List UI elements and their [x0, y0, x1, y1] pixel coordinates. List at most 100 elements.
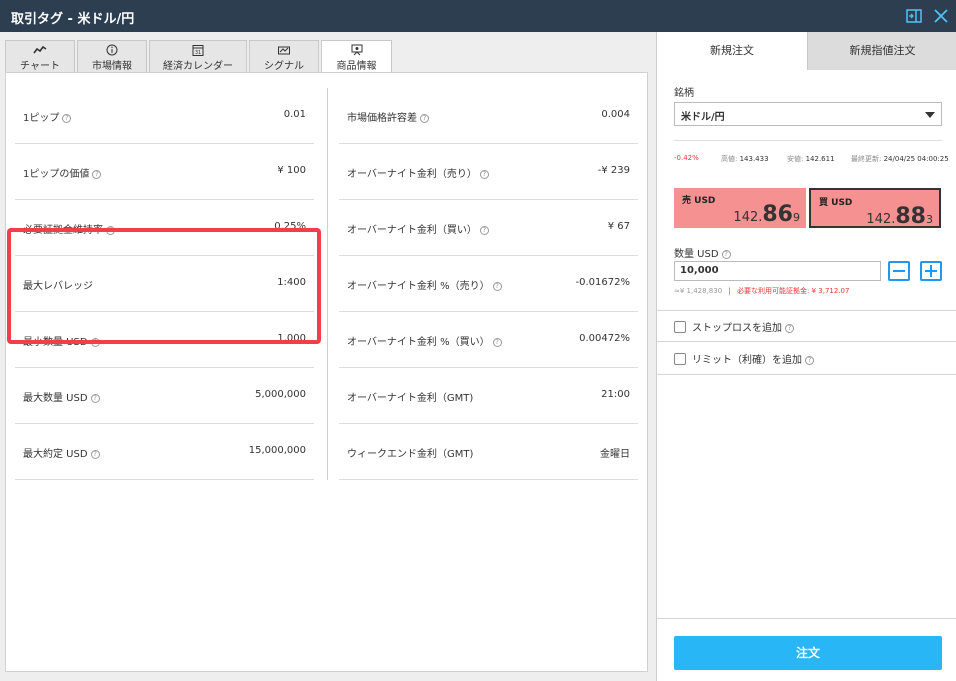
info-row-overnight-pct-buy: オーバーナイト金利 %（買い）? 0.00472%: [339, 312, 638, 368]
info-value: 0.25%: [274, 221, 306, 232]
divider: [657, 374, 956, 375]
calendar-icon: 31: [192, 45, 204, 56]
order-button[interactable]: 注文: [674, 636, 942, 670]
info-label: 最大約定 USD: [23, 449, 88, 460]
help-icon[interactable]: ?: [492, 282, 502, 291]
tab-economic-calendar[interactable]: 31 経済カレンダー: [149, 40, 247, 72]
tab-chart[interactable]: チャート: [5, 40, 75, 72]
info-label: 最小数量 USD: [23, 337, 88, 348]
info-row-pip: 1ピップ? 0.01: [15, 88, 314, 144]
tab-product-info[interactable]: 商品情報: [321, 40, 392, 73]
help-icon[interactable]: ?: [106, 226, 115, 235]
buy-price: 142.883: [866, 204, 933, 229]
product-info-right-column: 市場価格許容差? 0.004 オーバーナイト金利（売り）? -¥ 239 オーバ…: [339, 88, 638, 480]
info-value: 0.01: [283, 109, 306, 120]
limit-checkbox[interactable]: リミット（利確）を追加?: [674, 351, 814, 366]
notional-value: ≈¥ 1,428,830: [674, 287, 723, 295]
tab-new-limit-order[interactable]: 新規指値注文: [807, 32, 956, 70]
quantity-decrease-button[interactable]: [888, 261, 910, 281]
help-icon[interactable]: ?: [805, 356, 814, 365]
symbol-value: 米ドル/円: [681, 112, 725, 123]
margin-info: ≈¥ 1,428,830 | 必要な利用可能証拠金: ¥ 3,712.07: [674, 286, 849, 296]
product-info-icon: [351, 44, 362, 56]
close-icon[interactable]: [932, 7, 950, 25]
info-row-overnight-pct-sell: オーバーナイト金利 %（売り）? -0.01672%: [339, 256, 638, 312]
info-value: 15,000,000: [248, 445, 306, 456]
info-label: 1ピップ: [23, 113, 60, 124]
last-updated: 最終更新: 24/04/25 04:00:25: [851, 155, 949, 163]
sell-price-button[interactable]: 売 USD 142.869: [674, 188, 806, 228]
symbol-label: 銘柄: [674, 88, 694, 99]
price-change: -0.42%: [674, 154, 699, 162]
price-stats: -0.42% 高値: 143.433 安値: 142.611 最終更新: 24/…: [674, 140, 949, 163]
checkbox-box[interactable]: [674, 353, 686, 365]
info-row-max-execution: 最大約定 USD? 15,000,000: [15, 424, 314, 480]
help-icon[interactable]: ?: [62, 114, 72, 123]
tab-new-order[interactable]: 新規注文: [657, 32, 807, 70]
info-row-overnight-buy: オーバーナイト金利（買い）? ¥ 67: [339, 200, 638, 256]
stop-loss-label: ストップロスを追加: [692, 323, 782, 334]
help-icon[interactable]: ?: [721, 250, 731, 259]
tab-chart-label: チャート: [20, 61, 60, 72]
high-stat: 高値: 143.433: [721, 155, 769, 163]
info-row-max-quantity: 最大数量 USD? 5,000,000: [15, 368, 314, 424]
checkbox-box[interactable]: [674, 321, 686, 333]
margin-separator: |: [728, 287, 731, 295]
divider: [657, 310, 956, 311]
help-icon[interactable]: ?: [479, 226, 489, 235]
info-row-price-tolerance: 市場価格許容差? 0.004: [339, 88, 638, 144]
chevron-down-icon: [925, 112, 935, 118]
info-value: 21:00: [601, 389, 630, 400]
info-label: ウィークエンド金利（GMT): [347, 449, 474, 460]
info-value: 0.004: [601, 109, 630, 120]
left-panel: チャート 市場情報 31 経済カレンダー シグナル 商品情報 1ピップ ? 0.…: [0, 32, 656, 681]
minus-icon: [893, 270, 905, 272]
info-row-overnight-sell: オーバーナイト金利（売り）? -¥ 239: [339, 144, 638, 200]
sell-price: 142.869: [733, 202, 800, 227]
help-icon[interactable]: ?: [492, 338, 502, 347]
info-label: オーバーナイト金利（売り）: [347, 169, 477, 180]
help-icon[interactable]: ?: [90, 338, 100, 347]
tab-signal-label: シグナル: [264, 61, 304, 72]
info-label: 市場価格許容差: [347, 113, 417, 124]
help-icon[interactable]: ?: [785, 324, 794, 333]
info-value: -0.01672%: [575, 277, 630, 288]
tab-market-info[interactable]: 市場情報: [77, 40, 147, 72]
quantity-increase-button[interactable]: [920, 261, 942, 281]
sell-label: 売 USD: [682, 196, 716, 206]
info-label: オーバーナイト金利（買い）: [347, 225, 477, 236]
info-label: 最大数量 USD: [23, 393, 88, 404]
info-value: 1,000: [277, 333, 306, 344]
info-label: オーバーナイト金利 %（売り）: [347, 281, 490, 292]
info-row-pip-value: 1ピップの価値? ¥ 100: [15, 144, 314, 200]
info-row-min-quantity: 最小数量 USD? 1,000: [15, 312, 314, 368]
order-panel: 新規注文 新規指値注文 銘柄 米ドル/円 -0.42% 高値: 143.433 …: [656, 32, 956, 681]
tab-signal[interactable]: シグナル: [249, 40, 319, 72]
required-margin: 必要な利用可能証拠金: ¥ 3,712.07: [737, 287, 850, 295]
symbol-select[interactable]: 米ドル/円: [674, 102, 942, 126]
info-label: 1ピップの価値: [23, 169, 90, 180]
info-value: 金曜日: [600, 449, 630, 460]
product-info-panel: 1ピップ? 0.01 1ピップの価値? ¥ 100 必要証拠金維持率? 0.25…: [5, 72, 648, 672]
help-icon[interactable]: ?: [90, 450, 100, 459]
help-icon[interactable]: ?: [479, 170, 489, 179]
divider: [657, 618, 956, 619]
dock-panel-icon[interactable]: [905, 7, 923, 25]
quantity-input[interactable]: 10,000: [674, 261, 881, 281]
quantity-label: 数量 USD?: [674, 245, 731, 260]
info-label: オーバーナイト金利（GMT): [347, 393, 474, 404]
help-icon[interactable]: ?: [92, 170, 102, 179]
divider: [657, 341, 956, 342]
low-stat: 安値: 142.611: [787, 155, 835, 163]
chart-line-icon: [33, 45, 47, 54]
help-icon[interactable]: ?: [420, 114, 429, 123]
info-value: -¥ 239: [597, 165, 630, 176]
tab-bar: チャート 市場情報 31 経済カレンダー シグナル 商品情報: [5, 40, 655, 73]
stop-loss-checkbox[interactable]: ストップロスを追加?: [674, 319, 794, 334]
info-value: ¥ 100: [277, 165, 306, 176]
info-value: ¥ 67: [607, 221, 630, 232]
buy-label: 買 USD: [819, 198, 853, 208]
help-icon[interactable]: ?: [90, 394, 100, 403]
info-value: 0.00472%: [579, 333, 630, 344]
buy-price-button[interactable]: 買 USD 142.883: [809, 188, 941, 229]
